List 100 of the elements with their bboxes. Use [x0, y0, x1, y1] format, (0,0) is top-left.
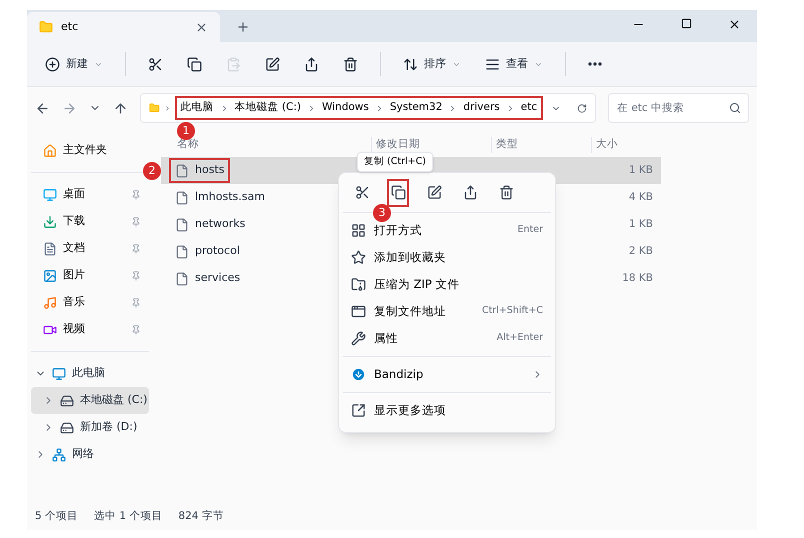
column-header[interactable]: 类型: [491, 137, 591, 153]
file-size: 4 KB: [628, 190, 654, 205]
drive-icon: [60, 394, 74, 408]
close-icon[interactable]: [728, 18, 741, 31]
apps-icon: [351, 223, 366, 238]
annotation-badge: 2: [143, 162, 161, 180]
folder-icon: [39, 20, 53, 34]
file-name[interactable]: services: [195, 270, 240, 287]
tree-label: 此电脑: [72, 365, 105, 382]
status-text: 824 字节: [178, 509, 224, 524]
column-header[interactable]: 大小: [591, 137, 661, 153]
close-icon[interactable]: [195, 20, 208, 34]
menu-item[interactable]: 复制文件地址 Ctrl+Shift+C: [343, 298, 551, 325]
sidebar-item[interactable]: 音乐: [31, 289, 149, 316]
tree-label: 新加卷 (D:): [80, 419, 138, 436]
breadcrumb[interactable]: System32: [390, 100, 442, 116]
menu-item[interactable]: 压缩为 ZIP 文件: [343, 271, 551, 298]
view-icon: [485, 56, 500, 72]
share-icon: [462, 185, 478, 200]
tree-label: 本地磁盘 (C:): [80, 392, 148, 408]
file-name[interactable]: protocol: [195, 243, 240, 260]
new-icon: [45, 56, 60, 72]
file-icon: [175, 244, 189, 258]
folder-icon: [149, 101, 160, 115]
maximize-icon[interactable]: [681, 18, 692, 29]
desktop-icon: [43, 188, 57, 202]
wrench-icon: [351, 331, 366, 346]
sidebar-item[interactable]: 图片: [31, 262, 149, 289]
file-size: 18 KB: [622, 270, 654, 286]
window-icon: [351, 304, 366, 319]
annotation-badge: 1: [177, 122, 195, 140]
tree-label: 网络: [72, 446, 94, 462]
file-icon: [175, 218, 189, 232]
file-icon: [175, 190, 189, 204]
search-field[interactable]: 在 etc 中搜索: [608, 93, 749, 123]
breadcrumb[interactable]: 此电脑: [180, 100, 214, 116]
file-name[interactable]: lmhosts.sam: [195, 189, 265, 206]
menu-item[interactable]: 显示更多选项: [343, 397, 551, 424]
shortcut-text: Ctrl+Shift+C: [482, 304, 543, 318]
file-icon: [175, 272, 189, 286]
shortcut-text: Alt+Enter: [496, 331, 543, 346]
file-icon: [175, 164, 189, 178]
tree-item[interactable]: 此电脑: [31, 360, 149, 387]
tab-title: etc: [61, 18, 80, 35]
shortcut-text: Enter: [518, 223, 543, 238]
file-name[interactable]: networks: [195, 216, 246, 233]
star-icon: [351, 250, 366, 265]
toolbar-button[interactable]: 新建: [35, 50, 113, 78]
breadcrumb[interactable]: 本地磁盘 (C:): [234, 100, 301, 116]
refresh-icon[interactable]: [577, 102, 587, 114]
file-size: 1 KB: [628, 162, 654, 178]
status-text: 5 个项目: [35, 509, 78, 524]
sidebar-label[interactable]: 主文件夹: [63, 142, 107, 159]
breadcrumb[interactable]: Windows: [322, 100, 369, 116]
sidebar-item[interactable]: 文档: [31, 235, 149, 262]
up-icon[interactable]: [113, 100, 128, 116]
copy-icon: [187, 56, 202, 72]
column-header[interactable]: 名称: [161, 137, 371, 153]
annotation-badge: 3: [373, 204, 391, 222]
address-bar[interactable]: 此电脑 本地磁盘 (C:) Windows System32 drivers etc: [140, 93, 596, 123]
music-icon: [43, 296, 57, 310]
paste-icon: [226, 56, 241, 72]
zip-folder-icon: [351, 277, 366, 292]
tooltip: 复制 (Ctrl+C): [357, 152, 433, 172]
toolbar-button[interactable]: 排序: [393, 50, 471, 78]
copy-icon: [390, 185, 406, 200]
breadcrumb[interactable]: drivers: [463, 100, 500, 116]
more-icon: [588, 62, 602, 66]
toolbar-button[interactable]: 查看: [475, 50, 553, 78]
tree-item[interactable]: 新加卷 (D:): [31, 414, 149, 441]
bandizip-icon: [351, 367, 366, 382]
menu-action-button[interactable]: [387, 178, 409, 206]
rename-icon: [265, 56, 280, 72]
menu-item[interactable]: Bandizip: [343, 361, 551, 388]
tab[interactable]: etc: [27, 12, 220, 42]
sidebar-item[interactable]: 桌面: [31, 181, 149, 208]
cut-icon: [354, 185, 370, 200]
sidebar-item[interactable]: 视频: [31, 316, 149, 343]
breadcrumb[interactable]: etc: [520, 100, 538, 116]
share-icon: [304, 56, 319, 72]
picture-icon: [43, 268, 57, 282]
menu-item[interactable]: 添加到收藏夹: [343, 244, 551, 271]
separator-icon: [164, 104, 171, 112]
file-size: 1 KB: [628, 216, 654, 232]
file-size: 2 KB: [628, 244, 654, 259]
tree-item[interactable]: 网络: [31, 441, 149, 468]
delete-icon: [498, 185, 514, 200]
sidebar-item[interactable]: 下载: [31, 208, 149, 235]
search-icon: [729, 102, 741, 114]
menu-item[interactable]: 属性 Alt+Enter: [343, 325, 551, 352]
tree-item[interactable]: 本地磁盘 (C:): [31, 387, 149, 414]
back-icon[interactable]: [35, 100, 50, 116]
drive-icon: [60, 420, 74, 434]
expand-icon: [351, 403, 366, 418]
cut-icon: [148, 56, 163, 72]
computer-icon: [52, 366, 66, 380]
document-icon: [43, 242, 57, 256]
status-text: 选中 1 个项目: [94, 509, 162, 524]
network-icon: [52, 448, 66, 462]
new-tab-icon[interactable]: [236, 20, 250, 34]
